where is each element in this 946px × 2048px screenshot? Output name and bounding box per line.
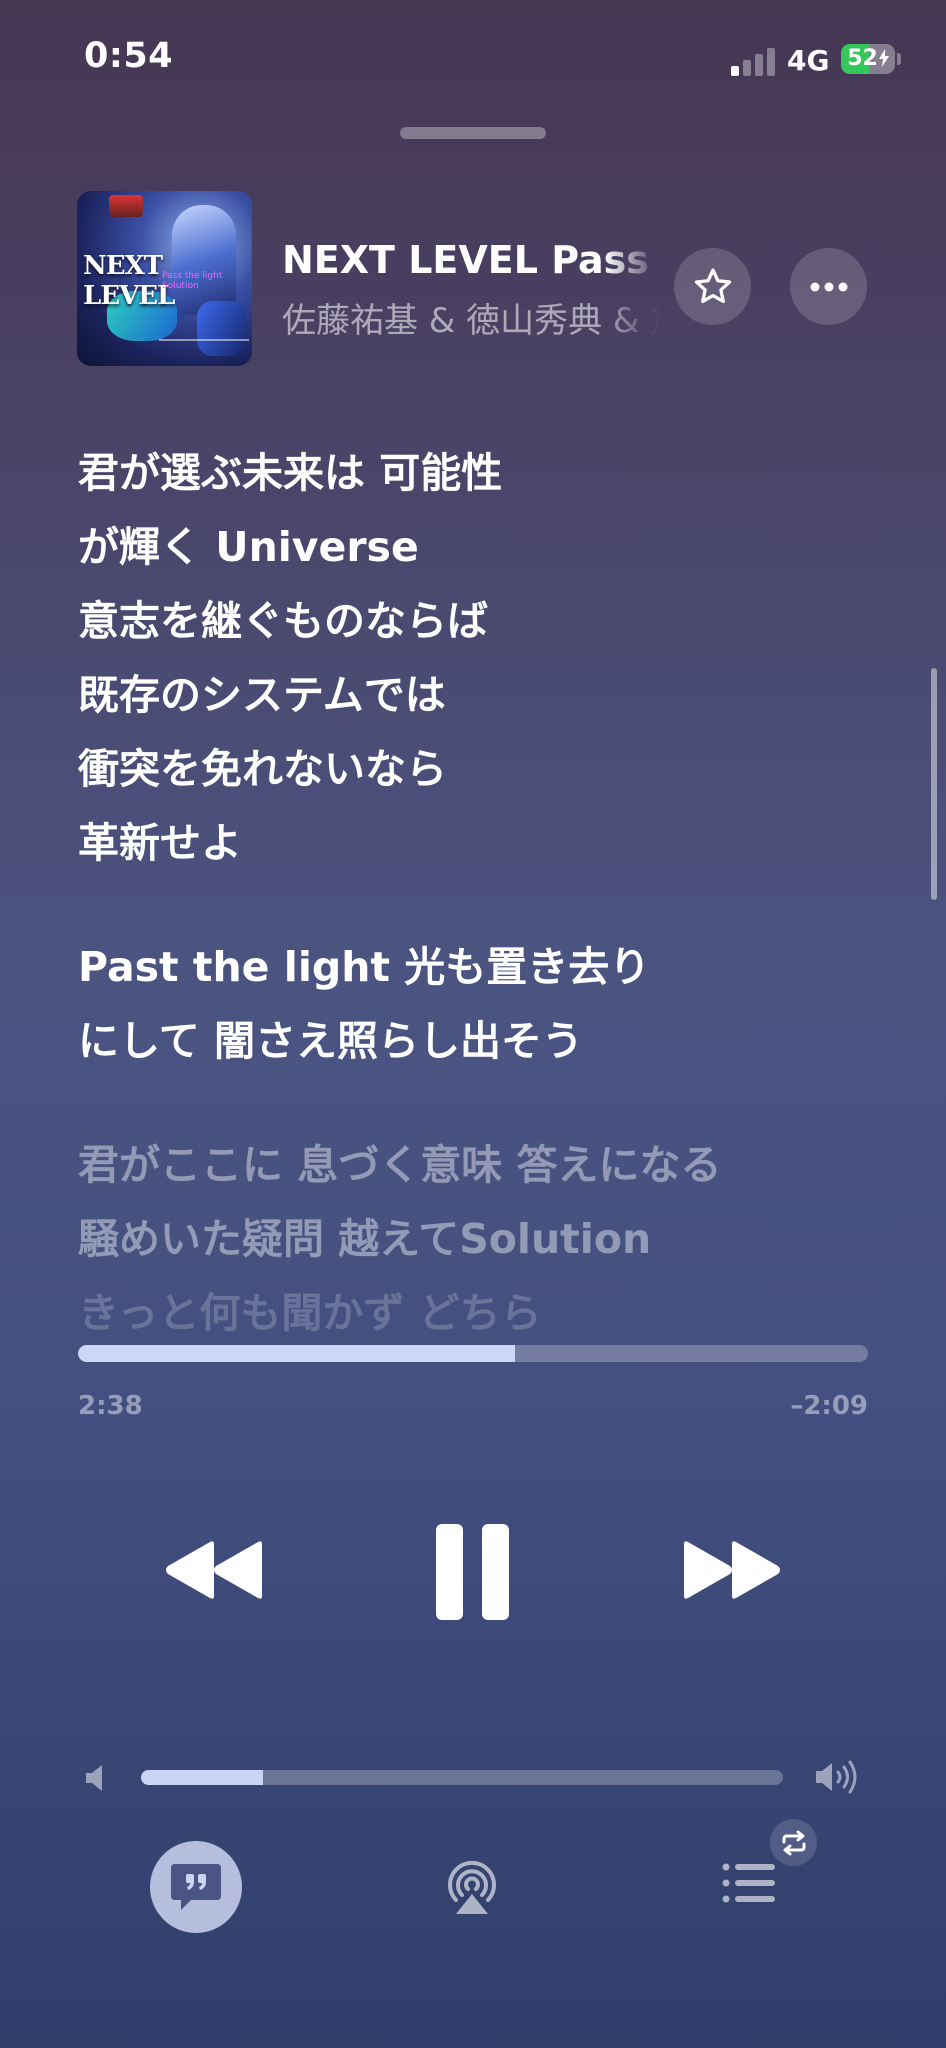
charging-bolt-icon	[878, 49, 889, 67]
lyric-line[interactable]: 衝突を免れないなら	[78, 732, 898, 806]
rewind-button[interactable]	[164, 1540, 264, 1604]
status-time: 0:54	[84, 36, 174, 76]
star-icon	[694, 267, 731, 303]
lyric-line[interactable]: 君が選ぶ未来は 可能性	[78, 436, 898, 510]
volume-fill	[141, 1770, 263, 1785]
playback-scrubber[interactable]	[78, 1345, 868, 1362]
remaining-time: –2:09	[790, 1391, 868, 1421]
fast-forward-icon	[684, 1541, 780, 1599]
battery-cap	[897, 53, 901, 65]
speaker-high-icon	[814, 1760, 862, 1798]
signal-bar	[743, 60, 751, 76]
battery-icon: 52	[841, 44, 895, 74]
rewind-icon	[166, 1541, 262, 1599]
artwork-logo	[109, 195, 143, 217]
sheet-grabber[interactable]	[400, 127, 546, 139]
lyrics-scrollbar[interactable]	[931, 668, 937, 900]
speaker-low-icon	[84, 1763, 106, 1797]
airplay-button[interactable]	[444, 1860, 500, 1920]
pause-button[interactable]	[436, 1524, 510, 1624]
lyrics-view[interactable]: 君が選ぶ未来は 可能性 が輝く Universe 意志を継ぐものならば 既存のシ…	[78, 436, 898, 1350]
lyric-line[interactable]: 意志を継ぐものならば	[78, 584, 898, 658]
repeat-indicator[interactable]	[770, 1819, 817, 1866]
fast-forward-button[interactable]	[682, 1540, 782, 1604]
lyric-line[interactable]: 騒めいた疑問 越えてSolution	[78, 1202, 898, 1276]
elapsed-time: 2:38	[78, 1391, 143, 1421]
scrubber-fill	[78, 1345, 515, 1362]
lyric-line[interactable]: きっと何も聞かず どちら	[78, 1276, 898, 1350]
lyric-line[interactable]: 君がここに 息づく意味 答えになる	[78, 1128, 898, 1202]
lyric-line[interactable]: 革新せよ	[78, 806, 898, 880]
volume-slider[interactable]	[141, 1770, 783, 1785]
queue-button[interactable]	[722, 1862, 776, 1908]
more-options-button[interactable]	[790, 248, 867, 325]
song-artist[interactable]: 佐藤祐基 & 徳山秀典 & 加	[282, 293, 660, 342]
song-title[interactable]: NEXT LEVEL Pass the Light Solution	[282, 238, 660, 282]
lyrics-button[interactable]	[150, 1841, 242, 1933]
ellipsis-icon	[810, 282, 847, 291]
lyric-line[interactable]: 既存のシステムでは	[78, 658, 898, 732]
stanza-gap	[78, 880, 898, 930]
lyric-line[interactable]: が輝く Universe	[78, 510, 898, 584]
queue-list-icon	[722, 1863, 775, 1903]
signal-bar	[731, 66, 739, 76]
stanza-gap	[78, 1078, 898, 1128]
favorite-button[interactable]	[674, 248, 751, 325]
network-type: 4G	[787, 44, 830, 77]
lyrics-quote-icon	[171, 1864, 221, 1910]
cellular-signal-icon	[731, 46, 775, 76]
album-artwork[interactable]: NEXT LEVEL Pass the light Solution	[77, 191, 252, 366]
pause-icon	[436, 1524, 509, 1620]
repeat-icon	[782, 1830, 805, 1855]
artwork-subtitle: Pass the light Solution	[162, 271, 223, 291]
lyric-line[interactable]: にして 闇さえ照らし出そう	[78, 1004, 898, 1078]
signal-bar	[767, 48, 775, 76]
airplay-icon	[448, 1860, 496, 1914]
signal-bar	[755, 54, 763, 76]
artwork-credits	[159, 339, 249, 357]
lyric-line[interactable]: Past the light 光も置き去り	[78, 930, 898, 1004]
battery-percent: 52	[841, 46, 895, 71]
